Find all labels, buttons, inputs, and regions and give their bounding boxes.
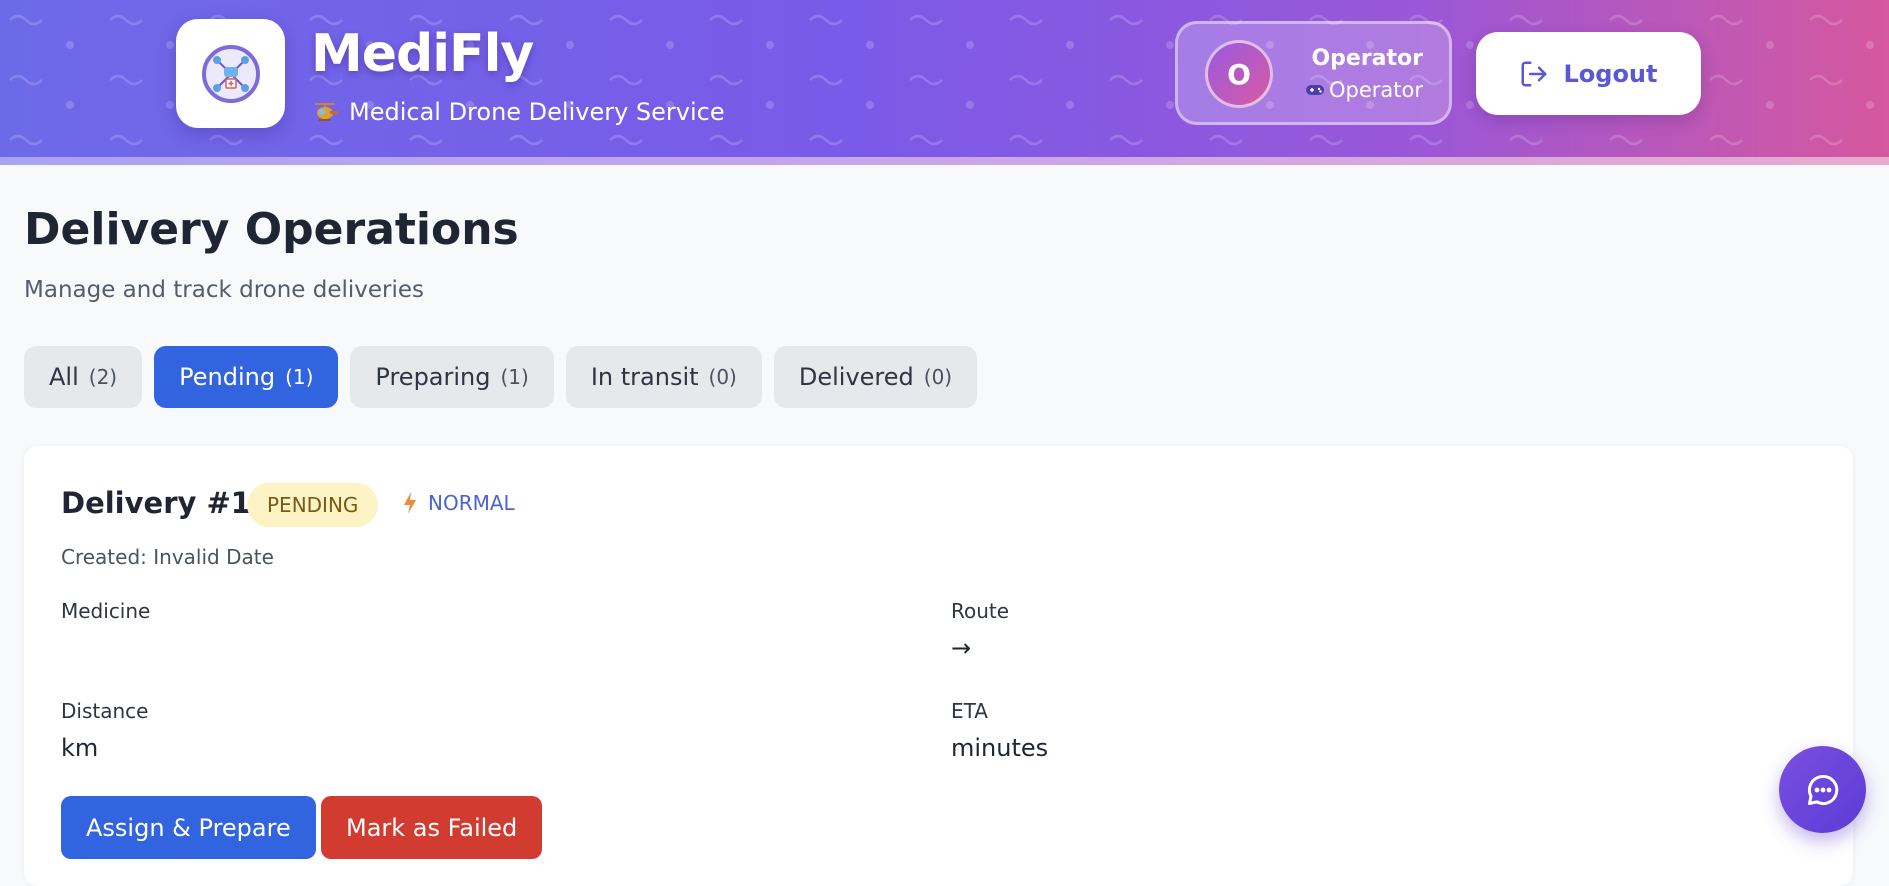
distance-value: km (61, 734, 99, 762)
tab-label: Pending (179, 363, 276, 391)
status-filter-tabs: All (2) Pending (1) Preparing (1) In tra… (24, 346, 978, 408)
created-date: Created: Invalid Date (61, 545, 274, 569)
tab-pending[interactable]: Pending (1) (154, 346, 339, 408)
route-label: Route (951, 599, 1010, 623)
priority-label: NORMAL (428, 491, 515, 515)
tab-label: In transit (590, 363, 699, 391)
tab-label: All (49, 363, 79, 391)
helicopter-icon (315, 103, 338, 121)
tab-label: Delivered (798, 363, 914, 391)
avatar: O (1205, 40, 1273, 108)
header-bottom-strip (0, 157, 1889, 165)
tab-count: (0) (708, 365, 737, 389)
logout-icon (1521, 61, 1547, 86)
page-title: Delivery Operations (24, 204, 519, 255)
user-name: Operator (1311, 46, 1423, 71)
app-header: MediFly Medical Drone Delivery Service O… (0, 0, 1889, 165)
eta-value: minutes (951, 734, 1049, 762)
tab-count: (2) (88, 365, 118, 389)
brand-title: MediFly (311, 24, 534, 84)
tab-count: (0) (923, 365, 953, 389)
drone-logo-icon (201, 44, 260, 103)
delivery-card: Delivery #1 PENDING NORMAL Created: Inva… (24, 446, 1853, 886)
tab-in-transit[interactable]: In transit (0) (565, 346, 762, 408)
chat-bubble-icon (1807, 774, 1838, 805)
tab-all[interactable]: All (2) (24, 346, 143, 408)
user-role-text: Operator (1329, 78, 1423, 102)
distance-label: Distance (61, 699, 149, 723)
delivery-title: Delivery #1 (61, 486, 251, 520)
gamepad-icon (1306, 85, 1324, 95)
priority-badge: NORMAL (402, 491, 515, 515)
logo[interactable] (176, 19, 285, 128)
brand-subtitle: Medical Drone Delivery Service (313, 98, 725, 126)
tab-delivered[interactable]: Delivered (0) (773, 346, 978, 408)
lightning-icon (404, 492, 416, 514)
brand-subtitle-text: Medical Drone Delivery Service (349, 98, 725, 126)
medicine-label: Medicine (61, 599, 151, 623)
status-badge: PENDING (247, 483, 379, 527)
tab-count: (1) (500, 365, 529, 389)
assign-prepare-button[interactable]: Assign & Prepare (61, 796, 316, 859)
route-value: → (951, 634, 972, 662)
tab-label: Preparing (375, 363, 491, 391)
logout-button[interactable]: Logout (1476, 32, 1701, 115)
chat-button[interactable] (1779, 746, 1866, 833)
mark-failed-button[interactable]: Mark as Failed (321, 796, 543, 859)
tab-preparing[interactable]: Preparing (1) (350, 346, 554, 408)
page-subtitle: Manage and track drone deliveries (24, 277, 425, 303)
tab-count: (1) (285, 365, 314, 389)
user-role: Operator (1305, 78, 1423, 102)
user-card[interactable]: O Operator Operator (1175, 21, 1452, 125)
logout-label: Logout (1563, 59, 1658, 88)
eta-label: ETA (951, 699, 988, 723)
